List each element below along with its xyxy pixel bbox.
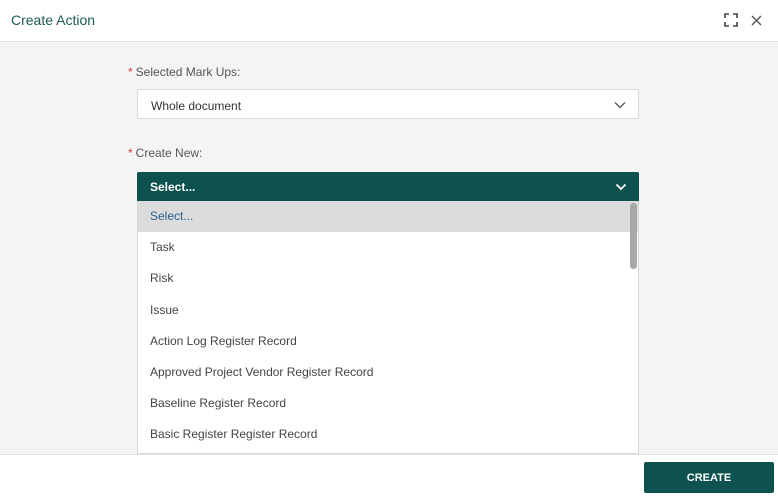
dropdown-option-select[interactable]: Select... — [138, 201, 638, 233]
create-new-value: Select... — [150, 180, 196, 194]
dialog-title: Create Action — [11, 12, 96, 28]
required-marker: * — [128, 65, 133, 79]
dropdown-option-basic-register-register-record[interactable]: Basic Register Register Record — [138, 419, 638, 450]
selected-markups-select[interactable]: Whole document — [137, 89, 639, 119]
chevron-down-icon — [614, 102, 626, 109]
create-button[interactable]: CREATE — [644, 462, 774, 493]
chevron-down-icon — [615, 183, 627, 191]
maximize-icon[interactable] — [722, 11, 740, 29]
dropdown-option-risk[interactable]: Risk — [138, 263, 638, 294]
selected-markups-value: Whole document — [151, 99, 242, 113]
dropdown-option-baseline-register-record[interactable]: Baseline Register Record — [138, 388, 638, 419]
selected-markups-label-text: Selected Mark Ups: — [135, 65, 241, 79]
required-marker: * — [128, 146, 133, 160]
create-new-label: * Create New: — [128, 146, 202, 160]
dialog-footer: CREATE — [0, 454, 778, 496]
selected-markups-label: * Selected Mark Ups: — [128, 65, 240, 79]
dropdown-option-task[interactable]: Task — [138, 232, 638, 263]
create-new-select[interactable]: Select... — [137, 172, 639, 201]
create-new-dropdown-list: Select... Task Risk Issue Action Log Reg… — [137, 201, 639, 454]
close-icon[interactable] — [747, 11, 765, 29]
dropdown-option-approved-project-vendor-register-record[interactable]: Approved Project Vendor Register Record — [138, 357, 638, 388]
scrollbar-thumb[interactable] — [630, 203, 637, 269]
dropdown-option-action-log-register-record[interactable]: Action Log Register Record — [138, 326, 638, 357]
dropdown-scrollbar[interactable] — [628, 201, 638, 453]
create-new-label-text: Create New: — [135, 146, 203, 160]
dialog-header: Create Action — [0, 0, 778, 42]
dialog-body: * Selected Mark Ups: Whole document * Crea… — [0, 42, 778, 454]
dropdown-option-issue[interactable]: Issue — [138, 295, 638, 326]
